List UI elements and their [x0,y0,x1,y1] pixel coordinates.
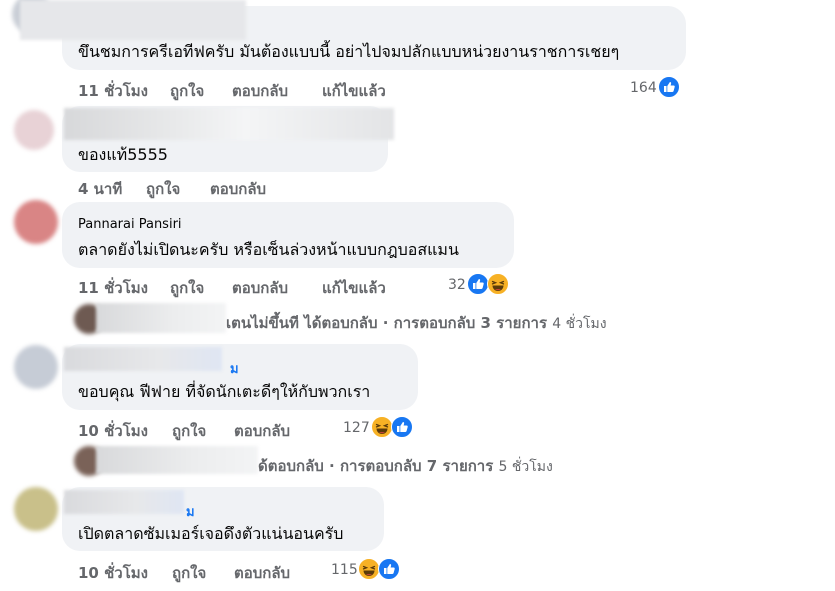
comment-time[interactable]: 11 ชั่วโมง [78,79,148,103]
comment-section: ขึนชมการครีเอทีฟครับ มันต้องแบบนี้ อย่าไ… [0,0,835,591]
reaction-count[interactable]: 127 [343,420,370,436]
reply-link[interactable]: ตอบกลับ [234,561,290,585]
like-icon[interactable] [467,273,489,295]
reply-link[interactable]: ตอบกลับ [234,419,290,443]
replies-time: 4 ชั่วโมง [552,316,607,332]
comment-text: ขึนชมการครีเอทีฟครับ มันต้องแบบนี้ อย่าไ… [78,42,620,61]
comment-text: ขอบคุณ ฟีฟาย ที่จัดนักเตะดีๆให้กับพวกเรา [78,382,371,401]
commenter-name[interactable]: Pannarai Pansiri [78,217,182,232]
edited-label: แก้ไขแล้ว [322,82,386,100]
avatar[interactable] [14,200,58,244]
reply-link[interactable]: ตอบกลับ [232,79,288,103]
like-link[interactable]: ถูกใจ [172,561,206,585]
comment-time[interactable]: 11 ชั่วโมง [78,276,148,300]
replies-summary[interactable]: เตนไม่ขึ้นที ได้ตอบกลับ · การตอบกลับ 3 ร… [226,314,547,332]
like-link[interactable]: ถูกใจ [146,177,180,201]
avatar[interactable] [14,110,54,150]
comment-time[interactable]: 10 ชั่วโมง [78,419,148,443]
comment-text: เปิดตลาดซัมเมอร์เจอดึงตัวแน่นอนครับ [78,524,344,543]
like-link[interactable]: ถูกใจ [170,79,204,103]
comment-time[interactable]: 10 ชั่วโมง [78,561,148,585]
comment-text: ของแท้5555 [78,145,168,164]
haha-icon[interactable] [371,416,393,438]
reaction-count[interactable]: 32 [448,277,466,293]
replies-time: 5 ชั่วโมง [498,459,553,475]
redacted-commenter-name [64,108,394,140]
like-icon[interactable] [391,416,413,438]
redacted-commenter-name [64,347,222,371]
edited-label: แก้ไขแล้ว [322,279,386,297]
reply-link[interactable]: ตอบกลับ [232,276,288,300]
haha-icon[interactable] [487,273,509,295]
reply-link[interactable]: ตอบกลับ [210,177,266,201]
redacted-replier-name [96,303,226,333]
haha-icon[interactable] [358,558,380,580]
commenter-name-tail[interactable]: ม [230,358,239,379]
replies-summary[interactable]: ด้ตอบกลับ · การตอบกลับ 7 รายการ [258,457,493,475]
like-icon[interactable] [378,558,400,580]
redacted-replier-name [96,446,258,474]
like-link[interactable]: ถูกใจ [172,419,206,443]
avatar[interactable] [14,345,58,389]
like-link[interactable]: ถูกใจ [170,276,204,300]
avatar[interactable] [14,487,58,531]
comment-time[interactable]: 4 นาที [78,177,122,201]
redacted-commenter-name [20,0,246,40]
view-replies-link[interactable]: เตนไม่ขึ้นที ได้ตอบกลับ · การตอบกลับ 3 ร… [226,311,607,335]
redacted-commenter-name [64,490,184,514]
like-icon[interactable] [658,76,680,98]
comment-text: ตลาดยังไม่เปิดนะครับ หรือเซ็นล่วงหน้าแบบ… [78,240,459,259]
reaction-count[interactable]: 115 [331,562,358,578]
view-replies-link[interactable]: ด้ตอบกลับ · การตอบกลับ 7 รายการ 5 ชั่วโม… [258,454,553,478]
reaction-count[interactable]: 164 [630,80,657,96]
commenter-name-tail[interactable]: ม [186,501,195,522]
